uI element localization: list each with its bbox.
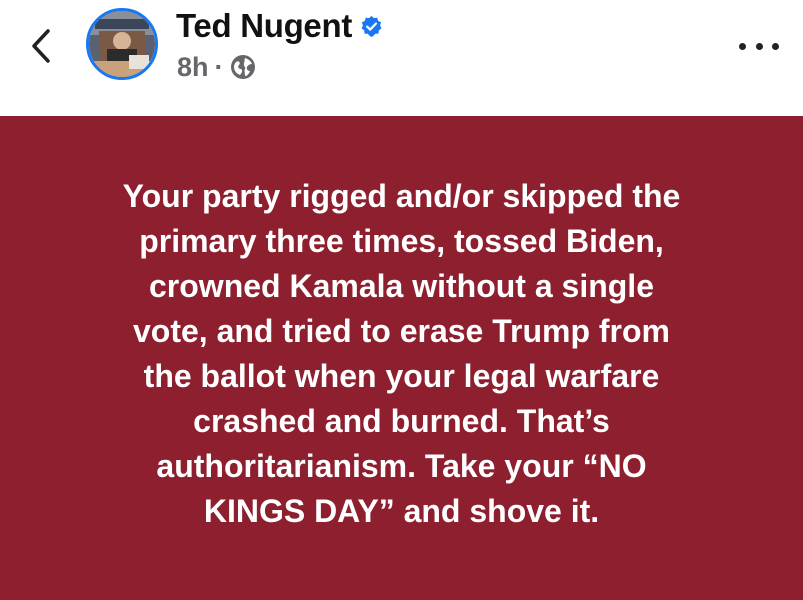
profile-photo [89,11,155,77]
more-horizontal-icon-dot [755,42,763,50]
globe-icon[interactable] [230,54,256,80]
avatar[interactable] [86,8,158,80]
author-name[interactable]: Ted Nugent [176,7,352,45]
author-row: Ted Nugent [176,6,383,46]
back-button[interactable] [24,26,58,66]
post-timestamp[interactable]: 8h [177,52,209,83]
post-text-card: Your party rigged and/or skipped the pri… [0,116,803,600]
post-body-text: Your party rigged and/or skipped the pri… [122,178,681,529]
meta-separator: · [214,51,224,82]
verified-badge-icon [360,15,383,38]
post-header: Ted Nugent 8h · [0,0,803,116]
more-horizontal-icon-dot [739,42,746,50]
more-horizontal-icon-dot [772,42,779,50]
chevron-left-icon [32,29,50,63]
more-options-button[interactable] [739,34,779,58]
post-meta: 8h · [177,50,256,84]
